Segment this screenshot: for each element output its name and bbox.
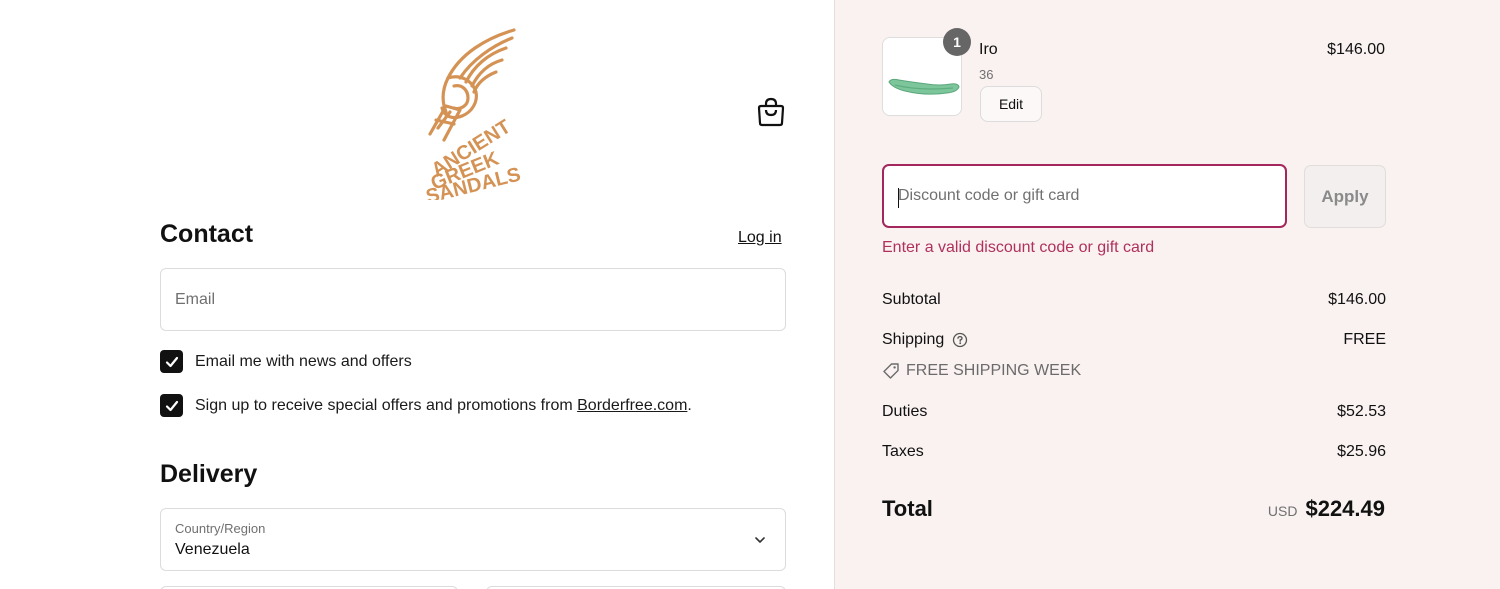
checkmark-icon <box>165 356 178 367</box>
duties-value: $52.53 <box>1337 403 1386 420</box>
product-name: Iro <box>979 41 998 58</box>
quantity-badge: 1 <box>943 28 971 56</box>
newsletter-checkbox[interactable] <box>160 350 183 373</box>
tag-icon <box>883 363 899 379</box>
email-input[interactable] <box>161 269 785 330</box>
chevron-down-icon <box>755 537 765 543</box>
total-value: $224.49 <box>1305 496 1385 521</box>
shipping-row: Shipping FREE <box>882 331 1386 349</box>
total-label: Total <box>882 496 933 521</box>
text-cursor <box>898 188 899 208</box>
shipping-label: Shipping <box>882 331 945 348</box>
apply-discount-button[interactable]: Apply <box>1304 165 1386 228</box>
duties-label: Duties <box>882 403 928 420</box>
discount-input[interactable] <box>884 166 1285 226</box>
currency-code: USD <box>1267 503 1298 519</box>
taxes-row: Taxes $25.96 <box>882 443 1386 461</box>
shopping-bag-icon[interactable] <box>756 96 786 128</box>
taxes-value: $25.96 <box>1337 443 1386 460</box>
product-price: $146.00 <box>1327 41 1385 58</box>
help-circle-icon[interactable] <box>952 332 968 348</box>
shipping-value: FREE <box>1343 331 1386 348</box>
borderfree-link[interactable]: Borderfree.com <box>577 397 687 415</box>
subtotal-value: $146.00 <box>1328 291 1386 308</box>
borderfree-label-suffix: . <box>687 396 692 414</box>
duties-row: Duties $52.53 <box>882 403 1386 421</box>
delivery-heading: Delivery <box>160 460 258 488</box>
country-label: Country/Region <box>175 521 266 536</box>
newsletter-label: Email me with news and offers <box>195 352 412 370</box>
borderfree-label-prefix: Sign up to receive special offers and pr… <box>195 396 578 414</box>
taxes-label: Taxes <box>882 443 924 460</box>
borderfree-option: Sign up to receive special offers and pr… <box>160 394 692 417</box>
borderfree-checkbox[interactable] <box>160 394 183 417</box>
contact-heading: Contact <box>160 220 254 248</box>
order-summary-column: 1 Iro 36 Edit $146.00 Apply Enter a vali… <box>834 0 1500 589</box>
discount-field[interactable] <box>882 164 1287 228</box>
newsletter-option: Email me with news and offers <box>160 350 412 373</box>
subtotal-label: Subtotal <box>882 291 941 308</box>
country-value: Venezuela <box>175 541 250 558</box>
login-link[interactable]: Log in <box>738 229 782 247</box>
country-select[interactable]: Country/Region Venezuela <box>160 508 786 571</box>
email-field[interactable] <box>160 268 786 331</box>
edit-item-button[interactable]: Edit <box>980 86 1042 122</box>
promo-tag: FREE SHIPPING WEEK <box>882 362 1081 380</box>
discount-error-message: Enter a valid discount code or gift card <box>882 239 1155 256</box>
product-variant: 36 <box>979 67 994 82</box>
subtotal-row: Subtotal $146.00 <box>882 291 1386 309</box>
promo-label: FREE SHIPPING WEEK <box>906 362 1082 379</box>
checkmark-icon <box>165 400 178 411</box>
checkout-form-column: ANCIENT GREEK SANDALS Contact Log in Ema… <box>0 0 834 589</box>
total-amount: USD $224.49 <box>1268 496 1385 522</box>
brand-logo[interactable]: ANCIENT GREEK SANDALS <box>416 24 528 200</box>
